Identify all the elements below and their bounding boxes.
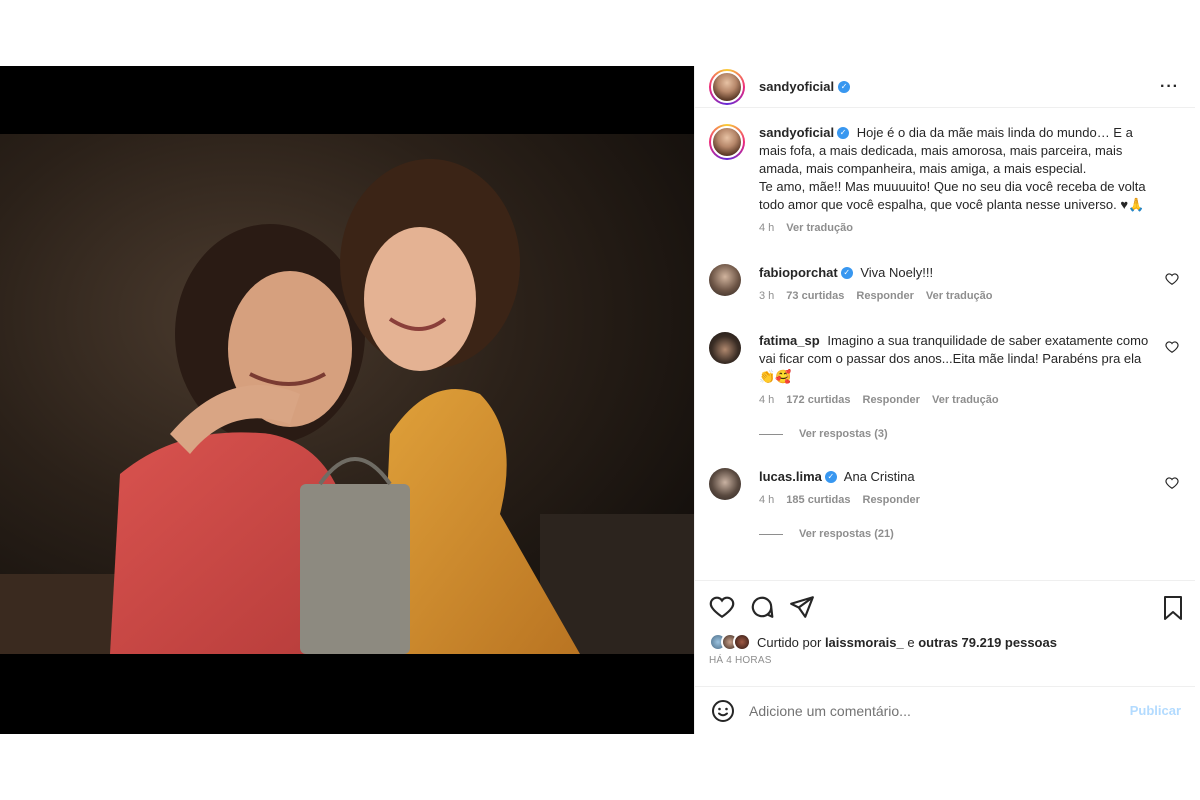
caption: sandyoficial ✓ Hoje é o dia da mãe mais l… (709, 124, 1181, 234)
likes-summary: Curtido por laissmorais_ e outras 79.219… (709, 633, 1181, 651)
divider (759, 433, 783, 435)
divider (759, 533, 783, 535)
view-replies-button[interactable]: Ver respostas (3) (759, 428, 1181, 440)
verified-badge-icon: ✓ (824, 471, 837, 483)
more-options-button[interactable]: ··· (1160, 78, 1179, 96)
comment-meta: 3 h 73 curtidas Responder Ver tradução (759, 290, 993, 302)
post-actions: Curtido por laissmorais_ e outras 79.219… (695, 580, 1195, 686)
comment-likes[interactable]: 73 curtidas (786, 290, 844, 302)
add-comment-bar: Publicar (695, 686, 1195, 734)
commenter-avatar[interactable] (709, 264, 741, 296)
like-heart-icon[interactable] (709, 594, 735, 620)
likes-text: Curtido por laissmorais_ e outras 79.219… (757, 634, 1057, 650)
emoji-icon[interactable] (711, 699, 735, 723)
author-username[interactable]: sandyoficial ✓ (759, 79, 851, 94)
caption-meta: 4 h Ver tradução (759, 222, 1151, 234)
like-comment-heart-icon[interactable] (1165, 476, 1179, 490)
like-comment-heart-icon[interactable] (1165, 340, 1179, 354)
caption-username[interactable]: sandyoficial ✓ (759, 124, 850, 142)
commenter-avatar[interactable] (709, 332, 741, 364)
post-media (0, 66, 694, 734)
caption-translate-link[interactable]: Ver tradução (786, 222, 853, 234)
verified-badge-icon: ✓ (838, 80, 851, 93)
commenter-avatar[interactable] (709, 468, 741, 500)
post-header: sandyoficial ✓ ··· (695, 66, 1195, 108)
verified-badge-icon: ✓ (840, 267, 853, 279)
comment-likes[interactable]: 185 curtidas (786, 494, 850, 506)
comment-bubble-icon[interactable] (749, 594, 775, 620)
likes-count[interactable]: outras 79.219 pessoas (918, 635, 1057, 650)
reply-button[interactable]: Responder (856, 290, 913, 302)
instagram-post: sandyoficial ✓ ··· sandyoficial ✓ Hoje é … (0, 66, 1195, 734)
action-icons-row (709, 593, 1181, 621)
author-avatar[interactable] (709, 68, 745, 105)
post-timestamp[interactable]: HÁ 4 HORAS (709, 655, 1181, 666)
post-photo[interactable] (0, 134, 694, 654)
reply-button[interactable]: Responder (863, 394, 920, 406)
save-bookmark-icon[interactable] (1161, 595, 1185, 621)
comment-input[interactable] (749, 702, 1130, 719)
view-replies-button[interactable]: Ver respostas (21) (759, 528, 1181, 540)
comment-text: fabioporchat ✓ Viva Noely!!! (759, 264, 934, 282)
translate-link[interactable]: Ver tradução (926, 290, 993, 302)
comment-likes[interactable]: 172 curtidas (786, 394, 850, 406)
publish-button[interactable]: Publicar (1130, 703, 1181, 718)
comment-text: fatima_sp Imagino a sua tranquilidade de… (759, 332, 1149, 384)
reply-button[interactable]: Responder (863, 494, 920, 506)
comment-username[interactable]: fatima_sp (759, 332, 820, 350)
caption-text: sandyoficial ✓ Hoje é o dia da mãe mais l… (759, 124, 1146, 212)
post-side-panel: sandyoficial ✓ ··· sandyoficial ✓ Hoje é … (694, 66, 1195, 734)
photo-illustration (0, 134, 694, 654)
comment: lucas.lima ✓ Ana Cristina 4 h 185 curtida… (709, 468, 1181, 506)
liker-username[interactable]: laissmorais_ (825, 635, 904, 650)
comment-username[interactable]: lucas.lima ✓ (759, 468, 837, 486)
comment: fatima_sp Imagino a sua tranquilidade de… (709, 332, 1181, 406)
comment-meta: 4 h 172 curtidas Responder Ver tradução (759, 394, 999, 406)
translate-link[interactable]: Ver tradução (932, 394, 999, 406)
caption-avatar[interactable] (709, 124, 745, 160)
like-comment-heart-icon[interactable] (1165, 272, 1179, 286)
comment-username[interactable]: fabioporchat ✓ (759, 264, 853, 282)
comments-section: sandyoficial ✓ Hoje é o dia da mãe mais l… (695, 108, 1195, 580)
comment-text: lucas.lima ✓ Ana Cristina (759, 468, 915, 486)
comment-meta: 4 h 185 curtidas Responder (759, 494, 920, 506)
share-paper-plane-icon[interactable] (789, 594, 815, 620)
caption-time[interactable]: 4 h (759, 222, 774, 234)
verified-badge-icon: ✓ (837, 127, 850, 139)
liker-avatar[interactable] (733, 633, 751, 651)
comment: fabioporchat ✓ Viva Noely!!! 3 h 73 curti… (709, 264, 1181, 302)
